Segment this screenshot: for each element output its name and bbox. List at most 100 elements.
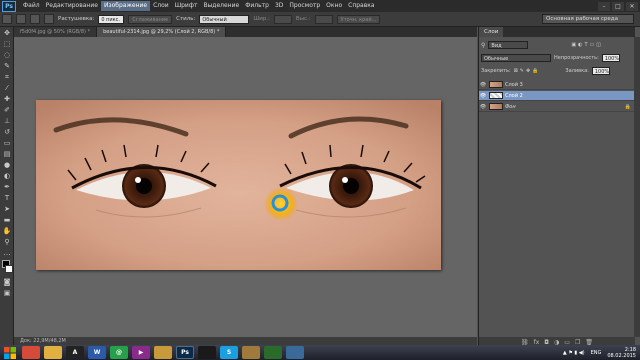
lock-icons[interactable]: ⊠✎✥🔒 — [514, 68, 541, 74]
minimize-button[interactable]: – — [598, 1, 610, 11]
taskbar-images-icon[interactable] — [286, 346, 304, 359]
background-color[interactable] — [5, 265, 13, 273]
blend-mode-select[interactable]: Обычные — [481, 54, 551, 62]
height-input[interactable] — [314, 14, 333, 24]
quick-mask-icon[interactable]: ◙ — [2, 277, 12, 287]
layer-row-2[interactable]: 👁 Слой 2 — [479, 91, 635, 101]
width-input[interactable] — [273, 14, 292, 24]
menu-item[interactable]: Справка — [345, 1, 377, 11]
filter-icons[interactable]: ▣◐T▭◫ — [571, 42, 603, 48]
color-swatches[interactable] — [0, 260, 14, 276]
taskbar-chrome-icon[interactable] — [22, 346, 40, 359]
brush-tool-icon[interactable]: ✐ — [2, 105, 12, 115]
layer-row-background[interactable]: 👁 Фон 🔒 — [479, 102, 635, 112]
screen-mode-icon[interactable]: ▣ — [2, 288, 12, 298]
taskbar-explorer-icon[interactable] — [44, 346, 62, 359]
dodge-tool-icon[interactable]: ◐ — [2, 171, 12, 181]
taskbar-skype-icon[interactable]: S — [220, 346, 238, 359]
taskbar-font-icon[interactable]: A — [66, 346, 84, 359]
taskbar-app-green-icon[interactable]: @ — [110, 346, 128, 359]
menu-item[interactable]: Просмотр — [286, 1, 323, 11]
zoom-tool-icon[interactable]: ⚲ — [2, 237, 12, 247]
width-label: Шир.: — [253, 16, 270, 22]
menu-item[interactable]: Изображение — [100, 1, 151, 11]
type-tool-icon[interactable]: T — [2, 193, 12, 203]
ellipsis-icon[interactable]: … — [2, 248, 12, 258]
quick-select-icon[interactable]: ✎ — [2, 61, 12, 71]
pen-tool-icon[interactable]: ✒ — [2, 182, 12, 192]
hand-tool-icon[interactable]: ✋ — [2, 226, 12, 236]
menu-item[interactable]: Шрифт — [172, 1, 201, 11]
feather-input[interactable]: 0 пикс. — [98, 14, 125, 24]
tray-icons[interactable]: ▲ ⚑ ▮ ◀) — [563, 350, 585, 356]
close-button[interactable]: ✕ — [626, 1, 638, 11]
document-image[interactable] — [36, 100, 441, 270]
menu-item[interactable]: Фильтр — [242, 1, 272, 11]
layer-thumbnail — [489, 81, 503, 88]
crop-tool-icon[interactable]: ⌗ — [2, 72, 12, 82]
menu-item[interactable]: Редактирование — [43, 1, 101, 11]
style-label: Стиль: — [176, 16, 196, 22]
fill-input[interactable]: 100% — [591, 67, 610, 75]
menu-item[interactable]: 3D — [272, 1, 286, 11]
clone-stamp-icon[interactable]: ⊥ — [2, 116, 12, 126]
refine-edge-button[interactable]: Уточн. край... — [336, 14, 381, 24]
visibility-eye-icon[interactable]: 👁 — [479, 104, 487, 110]
gradient-tool-icon[interactable]: ▤ — [2, 149, 12, 159]
menu-items: Файл Редактирование Изображение Слои Шрифт Вы… — [20, 1, 378, 11]
taskbar-notes-icon[interactable] — [242, 346, 260, 359]
shape-tool-icon[interactable]: ▬ — [2, 215, 12, 225]
menu-item[interactable]: Файл — [20, 1, 43, 11]
taskbar-word-icon[interactable]: W — [88, 346, 106, 359]
clock[interactable]: 2:18 08.02.2015 — [607, 347, 636, 359]
move-tool-icon[interactable]: ✥ — [2, 28, 12, 38]
history-brush-icon[interactable]: ↺ — [2, 127, 12, 137]
layers-panel: Слои ⚲ Вид ▣◐T▭◫ Обычные Непрозрачность:… — [478, 27, 640, 347]
layer-row-3[interactable]: 👁 Слой 3 — [479, 80, 635, 90]
menu-bar: Ps Файл Редактирование Изображение Слои Шриф… — [0, 0, 640, 12]
opacity-label: Непрозрачность: — [554, 55, 599, 61]
kind-filter-select[interactable]: Вид — [488, 41, 529, 49]
lasso-tool-icon[interactable]: ◌ — [2, 50, 12, 60]
language-indicator[interactable]: ENG — [591, 350, 602, 356]
eraser-tool-icon[interactable]: ▭ — [2, 138, 12, 148]
tab-layers[interactable]: Слои — [479, 27, 504, 37]
windows-start-button[interactable] — [2, 346, 18, 360]
blur-tool-icon[interactable]: ● — [2, 160, 12, 170]
height-label: Выс.: — [295, 16, 311, 22]
layer-thumbnail — [489, 103, 503, 110]
taskbar-video-icon[interactable] — [264, 346, 282, 359]
taskbar-photoshop-icon[interactable]: Ps — [176, 346, 194, 359]
taskbar-apps: A W @ ▶ Ps S — [22, 346, 308, 359]
eyedropper-icon[interactable]: ⁄ — [2, 83, 12, 93]
antialias-checkbox[interactable]: Сглаживание — [128, 14, 173, 24]
marquee-tool-icon[interactable] — [2, 14, 12, 24]
new-selection-icon[interactable] — [16, 14, 26, 24]
taskbar-folder-icon[interactable] — [154, 346, 172, 359]
taskbar-capture-icon[interactable] — [198, 346, 216, 359]
path-select-icon[interactable]: ➤ — [2, 204, 12, 214]
add-selection-icon[interactable] — [30, 14, 40, 24]
canvas-area[interactable] — [14, 37, 477, 337]
marquee-tool-icon[interactable]: ⬚ — [2, 39, 12, 49]
search-icon: ⚲ — [481, 41, 486, 49]
healing-brush-icon[interactable]: ✚ — [2, 94, 12, 104]
maximize-button[interactable]: □ — [612, 1, 624, 11]
taskbar-media-icon[interactable]: ▶ — [132, 346, 150, 359]
layer-filter-row: ⚲ Вид ▣◐T▭◫ — [481, 41, 603, 49]
menu-item[interactable]: Выделение — [200, 1, 242, 11]
opacity-input[interactable]: 100% — [601, 54, 620, 62]
visibility-eye-icon[interactable]: 👁 — [479, 82, 487, 88]
menu-item[interactable]: Окно — [323, 1, 345, 11]
layer-name: Слой 3 — [505, 81, 523, 88]
subtract-selection-icon[interactable] — [44, 14, 54, 24]
panel-tab-bar: Слои — [479, 27, 635, 37]
menu-item[interactable]: Слои — [150, 1, 172, 11]
visibility-eye-icon[interactable]: 👁 — [479, 93, 487, 99]
tab-document-2[interactable]: beautiful-2314.jpg @ 29,2% (Слой 2, RGB/… — [97, 27, 227, 37]
tab-document-1[interactable]: f5d0f4.jpg @ 50% (RGB/8) * — [14, 27, 98, 37]
workspace-select[interactable]: Основная рабочая среда — [542, 14, 634, 24]
layer-name: Фон — [505, 103, 516, 110]
style-select[interactable]: Обычный — [199, 14, 250, 24]
windows-taskbar: A W @ ▶ Ps S ▲ ⚑ ▮ ◀) ENG 2:18 08.02.2015 — [0, 345, 640, 360]
